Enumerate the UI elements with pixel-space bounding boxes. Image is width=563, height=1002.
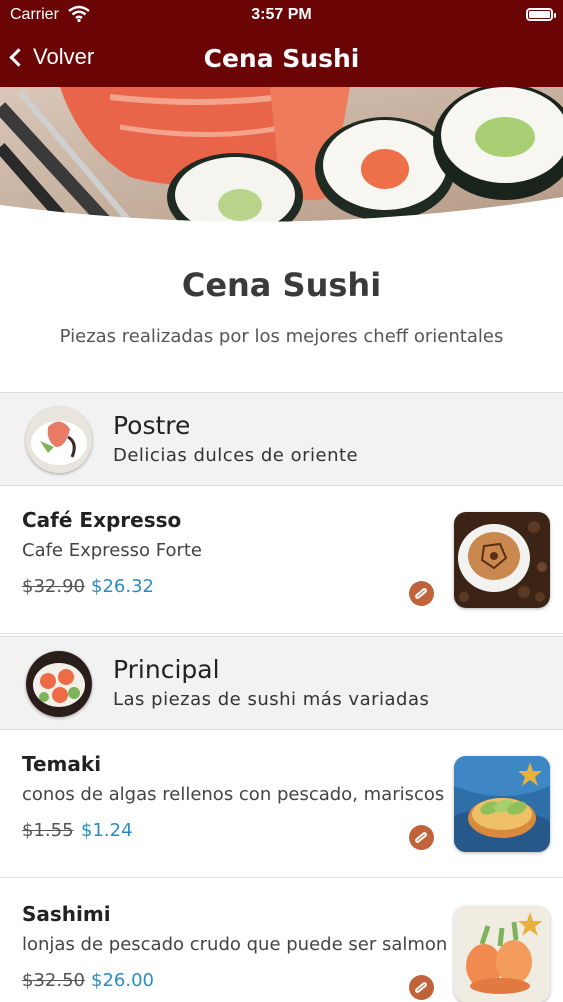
status-bar: Carrier 3:57 PM (0, 0, 563, 30)
section-subtitle: Las piezas de sushi más variadas (113, 689, 430, 710)
navigation-bar: Volver Cena Sushi (0, 30, 563, 88)
item-old-price: $32.90 (22, 576, 85, 597)
item-thumbnail (454, 756, 550, 852)
section-subtitle: Delicias dulces de oriente (113, 445, 359, 466)
item-description: conos de algas rellenos con pescado, mar… (22, 784, 445, 805)
clock: 3:57 PM (251, 6, 312, 23)
item-old-price: $32.50 (22, 970, 85, 991)
item-thumbnail (454, 906, 550, 1002)
item-old-price: $1.55 (22, 820, 74, 841)
section-title: Principal (113, 655, 220, 684)
section-title: Postre (113, 411, 191, 440)
item-price: $26.32 (91, 576, 154, 597)
section-avatar (26, 407, 92, 473)
list-item[interactable]: Temaki conos de algas rellenos con pesca… (0, 730, 563, 878)
nav-title: Cena Sushi (203, 44, 360, 73)
section-header-postre[interactable]: Postre Delicias dulces de oriente (0, 392, 563, 486)
item-thumbnail (454, 512, 550, 608)
menu-header: Cena Sushi Piezas realizadas por los mej… (0, 228, 563, 392)
item-description: Cafe Expresso Forte (22, 540, 203, 561)
menu-title: Cena Sushi (181, 266, 382, 304)
item-name: Temaki (22, 752, 102, 776)
list-item[interactable]: Sashimi lonjas de pescado crudo que pued… (0, 880, 563, 1002)
item-description: lonjas de pescado crudo que puede ser sa… (22, 934, 448, 955)
peanut-icon (409, 825, 434, 850)
item-price: $26.00 (91, 970, 154, 991)
item-name: Café Expresso (22, 508, 182, 532)
list-item[interactable]: Café Expresso Cafe Expresso Forte $32.90… (0, 486, 563, 634)
peanut-icon (409, 975, 434, 1000)
hero-image (0, 87, 563, 227)
battery-icon (526, 8, 556, 21)
section-header-principal[interactable]: Principal Las piezas de sushi más variad… (0, 636, 563, 730)
menu-subtitle: Piezas realizadas por los mejores cheff … (59, 326, 504, 347)
item-name: Sashimi (22, 902, 111, 926)
item-price: $1.24 (81, 820, 133, 841)
section-avatar (26, 651, 92, 717)
peanut-icon (409, 581, 434, 606)
